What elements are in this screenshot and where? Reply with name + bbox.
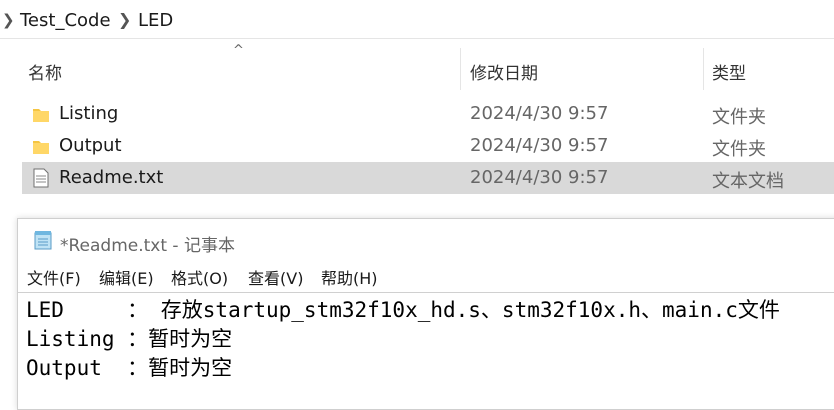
column-header-date-modified[interactable]: 修改日期: [470, 59, 538, 84]
text-editor[interactable]: LED ： 存放startup_stm32f10x_hd.s、stm32f10x…: [18, 292, 834, 410]
file-row-readme[interactable]: Readme.txt 2024/4/30 9:57 文本文档: [22, 162, 834, 194]
chevron-right-icon[interactable]: ❯: [118, 10, 131, 29]
breadcrumb-item-test-code[interactable]: Test_Code: [20, 10, 111, 31]
chevron-right-icon[interactable]: ❯: [2, 11, 15, 29]
text-file-icon: [33, 168, 49, 188]
menu-help[interactable]: 帮助(H): [321, 265, 378, 289]
editor-line: Output ：暂时为空: [26, 356, 233, 380]
notepad-title-bar[interactable]: *Readme.txt - 记事本: [18, 219, 834, 263]
file-type: 文件夹: [712, 139, 766, 160]
menu-bar: 文件(F) 编辑(E) 格式(O) 查看(V) 帮助(H): [18, 265, 834, 291]
file-name: Listing: [59, 103, 119, 124]
file-row-output[interactable]: Output 2024/4/30 9:57 文件夹: [22, 130, 834, 162]
editor-line: Listing ：暂时为空: [26, 327, 233, 351]
file-name: Readme.txt: [59, 167, 164, 188]
notepad-title: *Readme.txt - 记事本: [60, 236, 235, 256]
sort-ascending-icon[interactable]: ^: [233, 43, 244, 58]
file-type: 文本文档: [712, 171, 784, 192]
menu-file[interactable]: 文件(F): [27, 265, 81, 289]
folder-icon: [33, 109, 49, 122]
file-date: 2024/4/30 9:57: [470, 167, 609, 188]
notepad-icon: [34, 231, 52, 250]
menu-view[interactable]: 查看(V): [248, 265, 303, 289]
file-row-listing[interactable]: Listing 2024/4/30 9:57 文件夹: [22, 98, 834, 130]
notepad-window: *Readme.txt - 记事本 文件(F) 编辑(E) 格式(O) 查看(V…: [17, 218, 834, 410]
folder-icon: [33, 141, 49, 154]
file-type: 文件夹: [712, 107, 766, 128]
file-date: 2024/4/30 9:57: [470, 135, 609, 156]
address-bar: ❯ Test_Code ❯ LED: [0, 0, 834, 40]
column-divider[interactable]: [703, 48, 704, 90]
column-header-type[interactable]: 类型: [712, 59, 746, 84]
divider: [0, 38, 834, 39]
breadcrumb-item-led[interactable]: LED: [138, 10, 173, 31]
column-divider[interactable]: [460, 48, 461, 90]
file-date: 2024/4/30 9:57: [470, 103, 609, 124]
menu-format[interactable]: 格式(O): [171, 265, 228, 289]
column-header-name[interactable]: 名称: [28, 59, 62, 84]
menu-edit[interactable]: 编辑(E): [99, 265, 154, 289]
editor-line: LED ： 存放startup_stm32f10x_hd.s、stm32f10x…: [26, 298, 780, 322]
file-name: Output: [59, 135, 122, 156]
